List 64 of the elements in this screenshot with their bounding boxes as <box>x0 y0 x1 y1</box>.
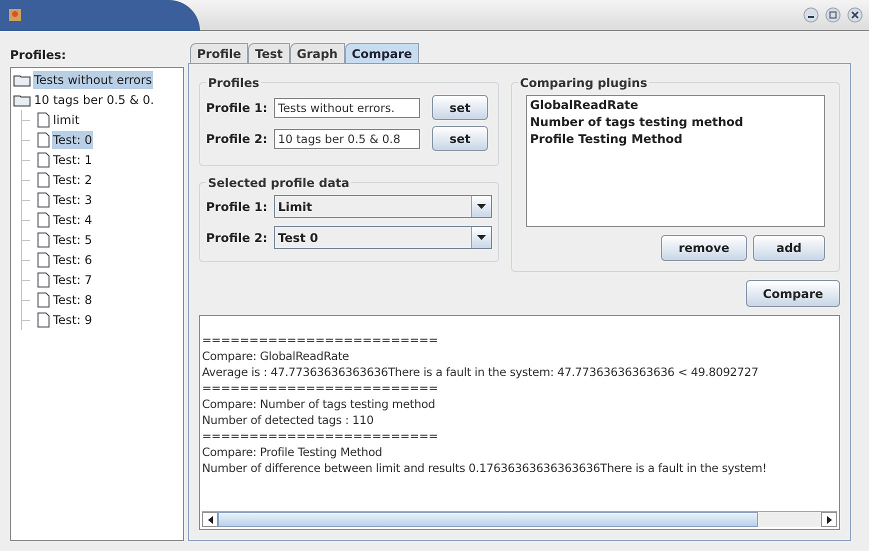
profile-dropdown[interactable]: Limit <box>274 195 492 218</box>
tab[interactable]: Compare <box>344 43 420 63</box>
tree-item[interactable]: limit <box>52 111 80 129</box>
document-icon <box>37 292 50 308</box>
right-arrow-icon[interactable] <box>826 516 832 524</box>
minimize-icon[interactable] <box>803 7 819 23</box>
tree-item[interactable]: Test: 0 <box>52 131 94 149</box>
field-label: Profile 2: <box>206 130 268 148</box>
tree-item[interactable]: Test: 8 <box>52 291 94 309</box>
document-icon <box>37 272 50 288</box>
field-label: Profile 1: <box>206 100 268 116</box>
output-line: Number of difference between limit and results 0.17636363636363636There is a fault in the system! <box>202 460 768 476</box>
output-line: Number of detected tags : 110 <box>202 412 375 428</box>
document-icon <box>37 212 50 228</box>
plugin-action-button[interactable]: remove <box>661 235 747 261</box>
tree-item[interactable]: 10 tags ber 0.5 & 0. <box>33 91 156 109</box>
document-icon <box>37 112 50 128</box>
output-line: Compare: Number of tags testing method <box>202 396 436 412</box>
document-icon <box>37 252 50 268</box>
document-icon <box>37 172 50 188</box>
profile-dropdown[interactable]: Test 0 <box>274 226 492 249</box>
tree-item[interactable]: Test: 2 <box>52 171 94 189</box>
output-line: Compare: GlobalReadRate <box>202 348 350 364</box>
document-icon <box>37 152 50 168</box>
left-arrow-icon[interactable] <box>208 516 212 524</box>
tab[interactable]: Profile <box>190 43 248 63</box>
folder-icon <box>13 94 31 106</box>
caret-icon <box>477 204 486 209</box>
tree-item[interactable]: Test: 6 <box>52 251 94 269</box>
tree-item[interactable]: Test: 1 <box>52 151 94 169</box>
compare-button[interactable]: Compare <box>746 280 840 307</box>
tab[interactable]: Test <box>248 43 290 63</box>
field-label: Profile 2: <box>206 230 268 246</box>
profile-field[interactable]: Tests without errors. <box>274 98 420 118</box>
maximize-icon[interactable] <box>825 7 841 23</box>
plugin-action-button[interactable]: add <box>753 235 825 261</box>
profile-field[interactable]: 10 tags ber 0.5 & 0.8 <box>274 128 420 148</box>
tree-item[interactable]: Test: 5 <box>52 231 94 249</box>
tree-item[interactable]: Test: 9 <box>52 311 94 329</box>
caret-icon <box>477 235 486 240</box>
output-line: ========================= <box>202 428 439 444</box>
output-line: ========================= <box>202 332 439 348</box>
tree-item[interactable]: Test: 3 <box>52 191 94 209</box>
tree-item[interactable]: Tests without errors <box>33 71 153 89</box>
sidebar-title: Profiles: <box>10 47 68 64</box>
field-label: Profile 1: <box>206 198 268 216</box>
folder-icon <box>13 74 31 86</box>
output-line: Average is : 47.77363636363636There is a fault in the system: 47.77363636363636 < 49.8092727 <box>202 364 760 380</box>
tab[interactable]: Graph <box>290 43 345 63</box>
tree-item[interactable]: Test: 7 <box>52 271 94 289</box>
plugin-item[interactable]: Number of tags testing method <box>530 114 821 131</box>
close-icon[interactable] <box>847 7 863 23</box>
document-icon <box>37 232 50 248</box>
plugin-item[interactable]: GlobalReadRate <box>530 97 821 114</box>
plugin-item[interactable]: Profile Testing Method <box>530 131 821 148</box>
set-button[interactable]: set <box>432 126 488 151</box>
set-button[interactable]: set <box>432 95 488 120</box>
document-icon <box>37 312 50 328</box>
output-line: ========================= <box>202 380 439 396</box>
output-line: Compare: Profile Testing Method <box>202 444 384 460</box>
app-icon <box>8 8 22 22</box>
document-icon <box>37 192 50 208</box>
document-icon <box>37 132 50 148</box>
tree-item[interactable]: Test: 4 <box>52 211 94 229</box>
